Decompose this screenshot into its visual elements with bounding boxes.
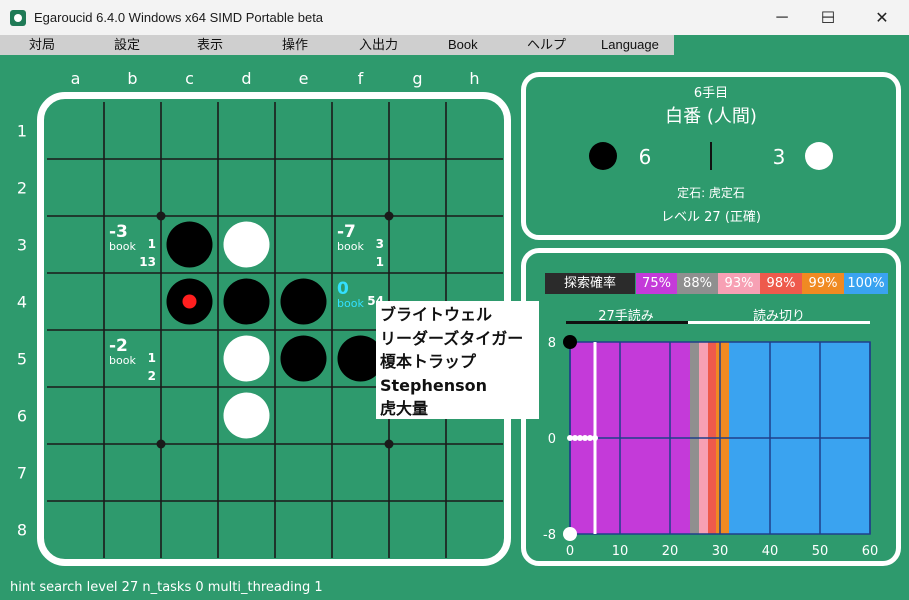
star-point — [156, 211, 166, 221]
score-divider — [710, 142, 712, 170]
popup-opening-3: 榎本トラップ — [380, 352, 477, 371]
black-disc — [223, 278, 270, 325]
star-point — [384, 439, 394, 449]
hint-book-tag: book — [337, 297, 364, 310]
last-move-marker — [182, 294, 197, 309]
hint-count-2: 13 — [139, 255, 156, 269]
col-label: e — [299, 69, 309, 88]
row-label: 7 — [17, 464, 27, 483]
black-disc — [280, 278, 327, 325]
row-label: 8 — [17, 521, 27, 540]
status-bar: hint search level 27 n_tasks 0 multi_thr… — [10, 580, 323, 595]
level-label: レベル 27 (正確) — [661, 210, 761, 225]
col-label: b — [127, 69, 137, 88]
col-label: a — [71, 69, 81, 88]
black-count: 6 — [638, 145, 652, 169]
col-label: d — [241, 69, 251, 88]
legend-100: 100% — [844, 273, 888, 294]
legend-99: 99% — [802, 273, 844, 294]
opening-popup: ブライトウェル リーダーズタイガー 榎本トラップ Stephenson 虎大量 — [376, 301, 539, 419]
hint-value: -7 — [337, 222, 356, 242]
turn-label: 白番 (人間) — [665, 106, 757, 127]
hint-value: -3 — [109, 222, 128, 242]
star-point — [384, 211, 394, 221]
hint-count-2: 2 — [148, 369, 156, 383]
hint-value: -2 — [109, 336, 128, 356]
black-disc — [166, 221, 213, 268]
col-label: f — [358, 69, 364, 88]
popup-opening-2: リーダーズタイガー — [380, 328, 524, 348]
row-label: 1 — [17, 122, 27, 141]
white-count: 3 — [772, 145, 786, 169]
col-label: g — [412, 69, 422, 88]
legend-75: 75% — [636, 273, 677, 294]
row-label: 2 — [17, 179, 27, 198]
opening-name: 定石: 虎定石 — [677, 186, 745, 200]
star-point — [156, 439, 166, 449]
legend-88: 88% — [677, 273, 718, 294]
graph-panel — [521, 248, 901, 566]
hint-book-tag: book — [337, 240, 364, 253]
white-disc — [223, 335, 270, 382]
search-prob-label: 探索確率 — [545, 273, 635, 294]
white-disc-icon — [805, 142, 833, 170]
row-label: 3 — [17, 236, 27, 255]
col-label: c — [185, 69, 194, 88]
legend-98: 98% — [760, 273, 802, 294]
hint-count-2: 1 — [376, 255, 384, 269]
legend-93: 93% — [718, 273, 760, 294]
popup-opening-1: ブライトウェル — [380, 305, 493, 324]
popup-opening-5: 虎大量 — [380, 399, 429, 418]
white-disc — [223, 221, 270, 268]
hint-count-1: 3 — [376, 237, 384, 251]
mode-underline-active — [566, 321, 688, 324]
white-disc — [223, 392, 270, 439]
hint-book-tag: book — [109, 240, 136, 253]
row-label: 6 — [17, 407, 27, 426]
row-label: 5 — [17, 350, 27, 369]
hint-value: 0 — [337, 279, 349, 299]
hint-count-1: 1 — [148, 237, 156, 251]
row-label: 4 — [17, 293, 27, 312]
black-disc-icon — [589, 142, 617, 170]
hint-book-tag: book — [109, 354, 136, 367]
hint-count-1: 1 — [148, 351, 156, 365]
black-disc — [280, 335, 327, 382]
col-label: h — [469, 69, 479, 88]
popup-opening-4: Stephenson — [380, 375, 488, 395]
move-number: 6手目 — [693, 86, 729, 101]
